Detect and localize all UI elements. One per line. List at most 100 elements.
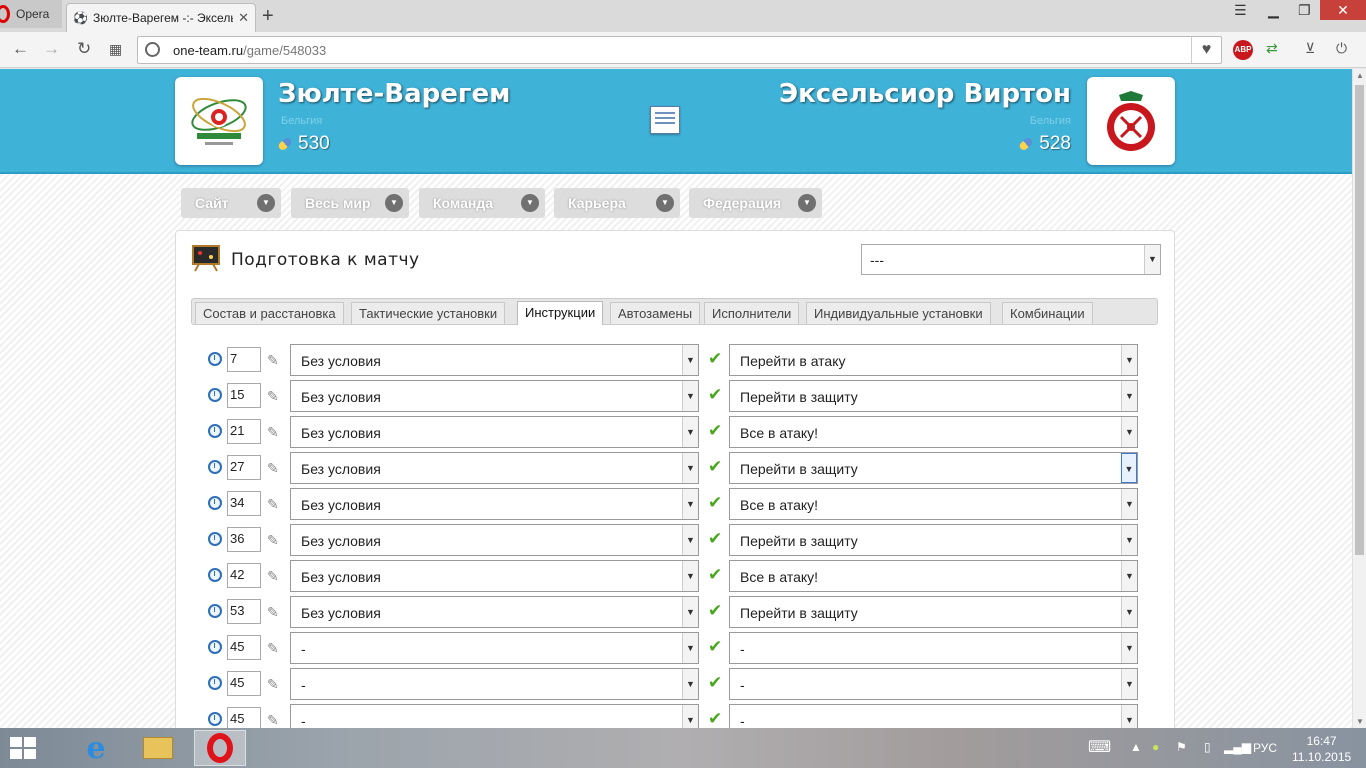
tab-auto-substitutions[interactable]: Автозамены	[610, 302, 701, 324]
minute-input[interactable]: 21	[227, 419, 261, 444]
battery-icon[interactable]: ▯	[1204, 740, 1211, 754]
reload-button[interactable]: ↻	[77, 39, 91, 59]
show-hidden-icons-icon[interactable]: ▲	[1130, 740, 1142, 754]
minute-input[interactable]: 27	[227, 455, 261, 480]
edit-condition-icon[interactable]: ✎	[267, 712, 287, 728]
nav-site[interactable]: Сайт ▼	[181, 188, 281, 218]
action-select[interactable]: Перейти в защиту ▼	[729, 452, 1138, 484]
input-language[interactable]: РУС	[1253, 741, 1277, 755]
scrollbar-thumb[interactable]	[1355, 85, 1364, 555]
edit-condition-icon[interactable]: ✎	[267, 424, 287, 440]
nav-federation[interactable]: Федерация ▼	[689, 188, 822, 218]
close-tab-icon[interactable]: ✕	[238, 10, 249, 26]
speed-dial-icon[interactable]: ▦	[109, 41, 122, 58]
minute-input[interactable]: 53	[227, 599, 261, 624]
home-team-logo[interactable]	[175, 77, 263, 165]
condition-select[interactable]: Без условия ▼	[290, 596, 699, 628]
opera-taskbar-button[interactable]	[194, 730, 246, 766]
minute-input[interactable]: 45	[227, 671, 261, 696]
edit-condition-icon[interactable]: ✎	[267, 352, 287, 368]
condition-select[interactable]: Без условия ▼	[290, 344, 699, 376]
action-select[interactable]: Перейти в защиту ▼	[729, 596, 1138, 628]
clock-icon	[208, 460, 222, 474]
action-select[interactable]: Перейти в защиту ▼	[729, 380, 1138, 412]
back-button[interactable]: ←	[12, 39, 29, 59]
bookmark-heart-icon[interactable]: ♥	[1191, 37, 1221, 63]
tab-tactics[interactable]: Тактические установки	[351, 302, 506, 324]
action-select[interactable]: - ▼	[729, 668, 1138, 700]
condition-select[interactable]: Без условия ▼	[290, 524, 699, 556]
edit-condition-icon[interactable]: ✎	[267, 388, 287, 404]
tab-lineup[interactable]: Состав и расстановка	[195, 302, 344, 324]
file-explorer-taskbar-button[interactable]	[132, 730, 184, 766]
tab-individual-settings[interactable]: Индивидуальные установки	[806, 302, 991, 324]
match-report-icon[interactable]	[650, 106, 680, 134]
tab-instructions[interactable]: Инструкции	[517, 301, 604, 325]
condition-select[interactable]: Без условия ▼	[290, 560, 699, 592]
minute-input[interactable]: 42	[227, 563, 261, 588]
tray-app-icon[interactable]: ●	[1152, 740, 1159, 754]
action-select[interactable]: Все в атаку! ▼	[729, 560, 1138, 592]
opera-menu-button[interactable]: Opera	[0, 0, 62, 28]
preset-select[interactable]: --- ▼	[861, 244, 1161, 275]
download-icon[interactable]: ⊻	[1305, 40, 1315, 57]
edit-condition-icon[interactable]: ✎	[267, 640, 287, 656]
close-window-button[interactable]: ✕	[1320, 0, 1366, 20]
url-text[interactable]: one-team.ru/game/548033	[173, 43, 326, 58]
action-select[interactable]: - ▼	[729, 704, 1138, 728]
edit-condition-icon[interactable]: ✎	[267, 568, 287, 584]
condition-select[interactable]: - ▼	[290, 704, 699, 728]
condition-select[interactable]: Без условия ▼	[290, 488, 699, 520]
nav-team[interactable]: Команда ▼	[419, 188, 545, 218]
condition-select[interactable]: - ▼	[290, 632, 699, 664]
action-select[interactable]: - ▼	[729, 632, 1138, 664]
address-bar[interactable]: one-team.ru/game/548033 ♥	[137, 36, 1222, 64]
windows-start-button[interactable]	[10, 737, 38, 761]
edit-condition-icon[interactable]: ✎	[267, 604, 287, 620]
condition-select[interactable]: Без условия ▼	[290, 380, 699, 412]
maximize-window-button[interactable]: ❐	[1298, 2, 1311, 19]
new-tab-button[interactable]: +	[262, 5, 274, 28]
away-team-logo[interactable]	[1087, 77, 1175, 165]
tab-menu-icon[interactable]: ☰	[1234, 2, 1247, 19]
edit-condition-icon[interactable]: ✎	[267, 532, 287, 548]
tab-executors[interactable]: Исполнители	[704, 302, 800, 324]
minimize-window-button[interactable]: ▁	[1268, 2, 1279, 19]
scroll-up-icon[interactable]: ▲	[1353, 71, 1366, 80]
edit-condition-icon[interactable]: ✎	[267, 676, 287, 692]
forward-button[interactable]: →	[43, 39, 60, 59]
nav-career[interactable]: Карьера ▼	[554, 188, 680, 218]
site-info-icon[interactable]	[145, 42, 160, 57]
page-scrollbar[interactable]: ▲ ▼	[1352, 69, 1366, 728]
minute-input[interactable]: 45	[227, 707, 261, 728]
action-value: -	[740, 713, 745, 728]
edit-condition-icon[interactable]: ✎	[267, 460, 287, 476]
action-select[interactable]: Перейти в атаку ▼	[729, 344, 1138, 376]
condition-select[interactable]: - ▼	[290, 668, 699, 700]
scroll-down-icon[interactable]: ▼	[1353, 717, 1366, 726]
home-team-name[interactable]: Зюлте-Варегем	[278, 79, 510, 109]
edit-condition-icon[interactable]: ✎	[267, 496, 287, 512]
minute-input[interactable]: 45	[227, 635, 261, 660]
internet-explorer-taskbar-button[interactable]: e	[70, 730, 122, 766]
minute-input[interactable]: 7	[227, 347, 261, 372]
power-icon[interactable]: ⏻	[1336, 40, 1347, 57]
minute-input[interactable]: 34	[227, 491, 261, 516]
action-select[interactable]: Перейти в защиту ▼	[729, 524, 1138, 556]
network-signal-icon[interactable]: ▂▄▆	[1224, 740, 1251, 754]
action-select[interactable]: Все в атаку! ▼	[729, 416, 1138, 448]
minute-input[interactable]: 15	[227, 383, 261, 408]
away-team-name[interactable]: Эксельсиор Виртон	[779, 79, 1071, 109]
system-clock[interactable]: 16:47 11.10.2015	[1292, 733, 1351, 765]
tab-combinations[interactable]: Комбинации	[1002, 302, 1093, 324]
condition-select[interactable]: Без условия ▼	[290, 416, 699, 448]
browser-tab[interactable]: ⚽ Зюлте-Варегем -:- Эксельсиор Виртон ✕	[66, 3, 256, 32]
nav-whole-world[interactable]: Весь мир ▼	[291, 188, 409, 218]
minute-input[interactable]: 36	[227, 527, 261, 552]
condition-select[interactable]: Без условия ▼	[290, 452, 699, 484]
keyboard-icon[interactable]: ⌨	[1088, 737, 1111, 757]
translate-extension-icon[interactable]: ⇄	[1266, 40, 1278, 57]
action-select[interactable]: Все в атаку! ▼	[729, 488, 1138, 520]
adblock-plus-icon[interactable]: ABP	[1233, 40, 1253, 60]
action-center-flag-icon[interactable]: ⚑	[1176, 740, 1187, 754]
